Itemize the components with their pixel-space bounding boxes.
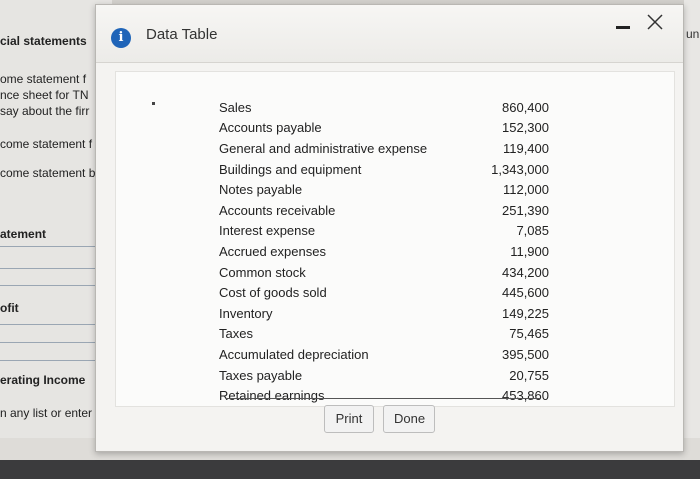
table-row: Interest expense 7,085	[219, 221, 549, 242]
row-value: 11,900	[510, 243, 549, 259]
data-table-dialog: i Data Table Sales 860,400 Accounts payab…	[95, 4, 684, 452]
table-row: Buildings and equipment 1,343,000	[219, 159, 549, 180]
bg-divider	[0, 324, 104, 325]
bullet-dot	[152, 102, 155, 105]
bg-divider	[0, 342, 104, 343]
bg-text-line: come statement b	[0, 166, 96, 180]
row-label: Sales	[219, 99, 252, 115]
row-value: 445,600	[502, 285, 549, 301]
row-label: Taxes payable	[219, 367, 303, 383]
minimize-icon[interactable]	[616, 26, 630, 29]
close-icon[interactable]	[644, 11, 666, 33]
row-value: 860,400	[502, 99, 549, 115]
row-label: General and administrative expense	[219, 140, 428, 156]
bg-instruction-text: n any list or enter an	[0, 406, 109, 420]
bg-divider	[0, 285, 104, 286]
row-label: Inventory	[219, 305, 273, 321]
table-row: Retained earnings 453,860	[219, 385, 549, 406]
row-label: Accounts payable	[219, 120, 322, 136]
row-label: Notes payable	[219, 182, 303, 198]
row-value: 152,300	[502, 120, 549, 136]
table-row: Taxes payable 20,755	[219, 365, 549, 386]
table-row: Accrued expenses 11,900	[219, 241, 549, 262]
table-row: Inventory 149,225	[219, 303, 549, 324]
dialog-title: Data Table	[146, 26, 218, 43]
bg-text-line: come statement f	[0, 137, 93, 151]
table-row: Cost of goods sold 445,600	[219, 282, 549, 303]
bg-divider	[0, 268, 104, 269]
row-label: Accumulated depreciation	[219, 346, 369, 362]
row-label: Interest expense	[219, 223, 316, 239]
table-row: Common stock 434,200	[219, 262, 549, 283]
data-table: Sales 860,400 Accounts payable 152,300 Gen…	[219, 97, 549, 406]
row-label: Common stock	[219, 264, 306, 280]
row-value: 119,400	[502, 140, 549, 156]
bg-text-line: say about the firr	[0, 104, 90, 118]
row-label: Taxes	[219, 326, 253, 342]
row-value: 20,755	[509, 367, 549, 383]
table-row: Notes payable 112,000	[219, 179, 549, 200]
table-row: General and administrative expense 119,40…	[219, 138, 549, 159]
table-row: Taxes 75,465	[219, 324, 549, 345]
table-row: Accumulated depreciation 395,500	[219, 344, 549, 365]
bg-heading-operating-income: erating Income	[0, 373, 86, 387]
bg-heading-financial-statements: cial statements	[0, 34, 87, 48]
row-label: Buildings and equipment	[219, 161, 362, 177]
row-value: 453,860	[502, 388, 549, 404]
bg-top-right-text: un	[686, 27, 700, 41]
table-row: Sales 860,400	[219, 97, 549, 118]
row-value: 1,343,000	[491, 161, 549, 177]
row-value: 395,500	[502, 346, 549, 362]
bg-text-line: nce sheet for TN	[0, 88, 89, 102]
background-right-strip	[684, 0, 700, 440]
row-value: 149,225	[502, 305, 549, 321]
bg-heading-statement: atement	[0, 227, 47, 241]
row-value: 251,390	[502, 202, 549, 218]
row-value: 75,465	[509, 326, 549, 342]
dialog-titlebar: i Data Table	[96, 5, 683, 63]
row-label: Cost of goods sold	[219, 285, 327, 301]
bg-divider	[0, 360, 104, 361]
taskbar	[0, 460, 700, 479]
table-row: Accounts receivable 251,390	[219, 200, 549, 221]
bg-divider	[0, 246, 104, 247]
bg-heading-profit: ofit	[0, 301, 19, 315]
row-value: 434,200	[502, 264, 549, 280]
row-label: Retained earnings	[219, 388, 325, 404]
table-bottom-rule	[227, 398, 541, 399]
print-button[interactable]: Print	[324, 405, 374, 433]
row-label: Accrued expenses	[219, 243, 326, 259]
done-button[interactable]: Done	[383, 405, 435, 433]
bg-text-line: ome statement f	[0, 72, 87, 86]
screen: cial statements ome statement f nce shee…	[0, 0, 700, 479]
info-icon: i	[111, 28, 131, 48]
table-row: Accounts payable 152,300	[219, 118, 549, 139]
row-label: Accounts receivable	[219, 202, 336, 218]
row-value: 112,000	[502, 182, 549, 198]
row-value: 7,085	[516, 223, 549, 239]
